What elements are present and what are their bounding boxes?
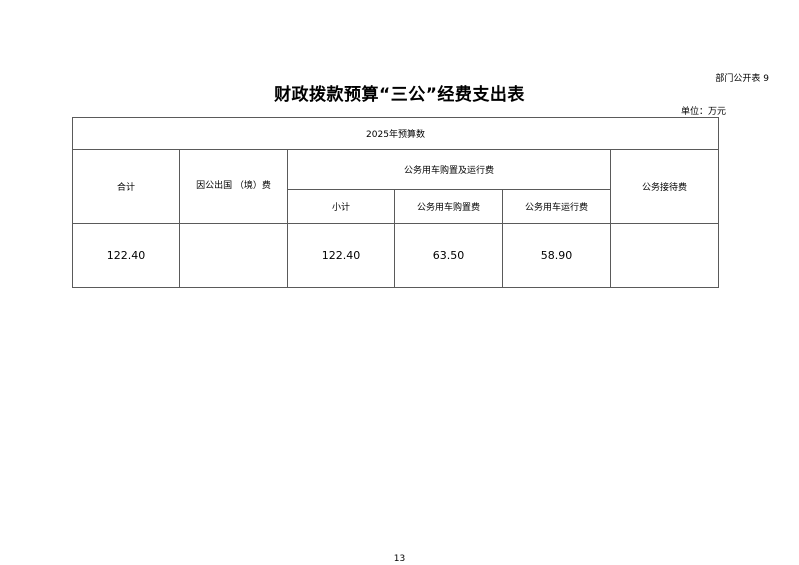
total-header-cell: 合计 bbox=[72, 149, 180, 224]
budget-table: 2025年预算数 合计 因公出国 （境）费 公务用车购置及运行费 公务接待费 小… bbox=[72, 117, 719, 288]
subtotal-header-cell: 小计 bbox=[287, 189, 395, 224]
vehicle-operation-header-cell: 公务用车运行费 bbox=[502, 189, 611, 224]
abroad-value-cell bbox=[179, 223, 288, 288]
unit-label: 单位：万元 bbox=[680, 107, 726, 117]
abroad-header-cell: 因公出国 （境）费 bbox=[179, 149, 288, 224]
total-value-cell: 122.40 bbox=[72, 223, 180, 288]
vehicle-purchase-value-cell: 63.50 bbox=[394, 223, 503, 288]
table-header-row: 合计 因公出国 （境）费 公务用车购置及运行费 公务接待费 bbox=[72, 149, 719, 224]
vehicle-purchase-header-cell: 公务用车购置费 bbox=[394, 189, 503, 224]
reception-value-cell bbox=[610, 223, 719, 288]
table-header-row: 2025年预算数 bbox=[72, 117, 719, 150]
table-row: 122.40 122.40 63.50 58.90 bbox=[72, 223, 719, 288]
subtotal-value-cell: 122.40 bbox=[287, 223, 395, 288]
abroad-header-label: 因公出国 （境）费 bbox=[196, 181, 271, 191]
year-header-cell: 2025年预算数 bbox=[72, 117, 719, 150]
vehicle-group-header-cell: 公务用车购置及运行费 bbox=[287, 149, 611, 190]
vehicle-operation-value-cell: 58.90 bbox=[502, 223, 611, 288]
page-title: 财政拨款预算“三公”经费支出表 bbox=[274, 85, 525, 105]
reception-header-cell: 公务接待费 bbox=[610, 149, 719, 224]
page-number: 13 bbox=[393, 554, 406, 564]
